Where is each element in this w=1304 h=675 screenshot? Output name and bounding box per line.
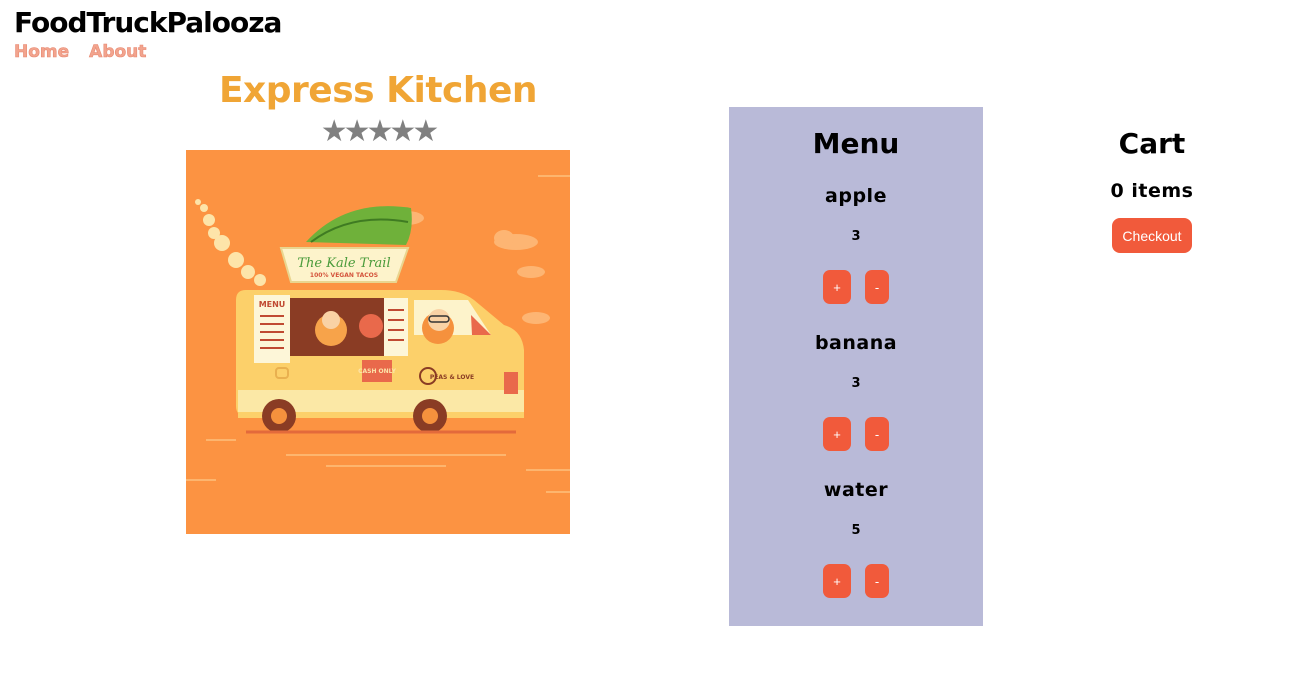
item-price: 3 (851, 229, 861, 244)
truck-menu-label: MENU (259, 300, 286, 309)
add-banana-button[interactable]: + (823, 417, 851, 451)
nav-home-link[interactable]: Home (14, 42, 70, 63)
item-name: water (823, 479, 889, 501)
cart-item-count: 0 items (1110, 180, 1194, 202)
food-truck-image: The Kale Trail 100% VEGAN TACOS MENU CAS… (186, 150, 570, 534)
menu-item-banana: banana 3 + - (729, 332, 983, 451)
rating-stars[interactable]: ★★★★★ (186, 116, 570, 148)
item-price: 5 (851, 523, 861, 538)
truck-details: Express Kitchen ★★★★★ The Kale Trail 100… (186, 70, 570, 534)
remove-apple-button[interactable]: - (865, 270, 889, 304)
add-water-button[interactable]: + (823, 564, 851, 598)
truck-name: Express Kitchen (218, 70, 538, 111)
remove-banana-button[interactable]: - (865, 417, 889, 451)
cash-only-sign: CASH ONLY (358, 368, 396, 375)
peas-and-love-sign: PEAS & LOVE (430, 374, 474, 381)
banner-line2: 100% VEGAN TACOS (310, 272, 378, 279)
cart-title: Cart (1118, 127, 1186, 160)
menu-panel: Menu apple 3 + - banana 3 + - water 5 + … (729, 107, 983, 626)
item-name: banana (814, 332, 898, 354)
main-nav: Home About (14, 42, 147, 63)
banner-line1: The Kale Trail (297, 256, 390, 271)
nav-about-link[interactable]: About (89, 42, 147, 63)
menu-item-water: water 5 + - (729, 479, 983, 598)
add-apple-button[interactable]: + (823, 270, 851, 304)
remove-water-button[interactable]: - (865, 564, 889, 598)
item-price: 3 (851, 376, 861, 391)
item-name: apple (825, 185, 887, 207)
site-title: FoodTruckPalooza (14, 6, 282, 39)
menu-title: Menu (812, 127, 900, 160)
cart-panel: Cart 0 items Checkout (1060, 107, 1244, 253)
checkout-button[interactable]: Checkout (1112, 218, 1192, 253)
menu-item-apple: apple 3 + - (729, 185, 983, 304)
